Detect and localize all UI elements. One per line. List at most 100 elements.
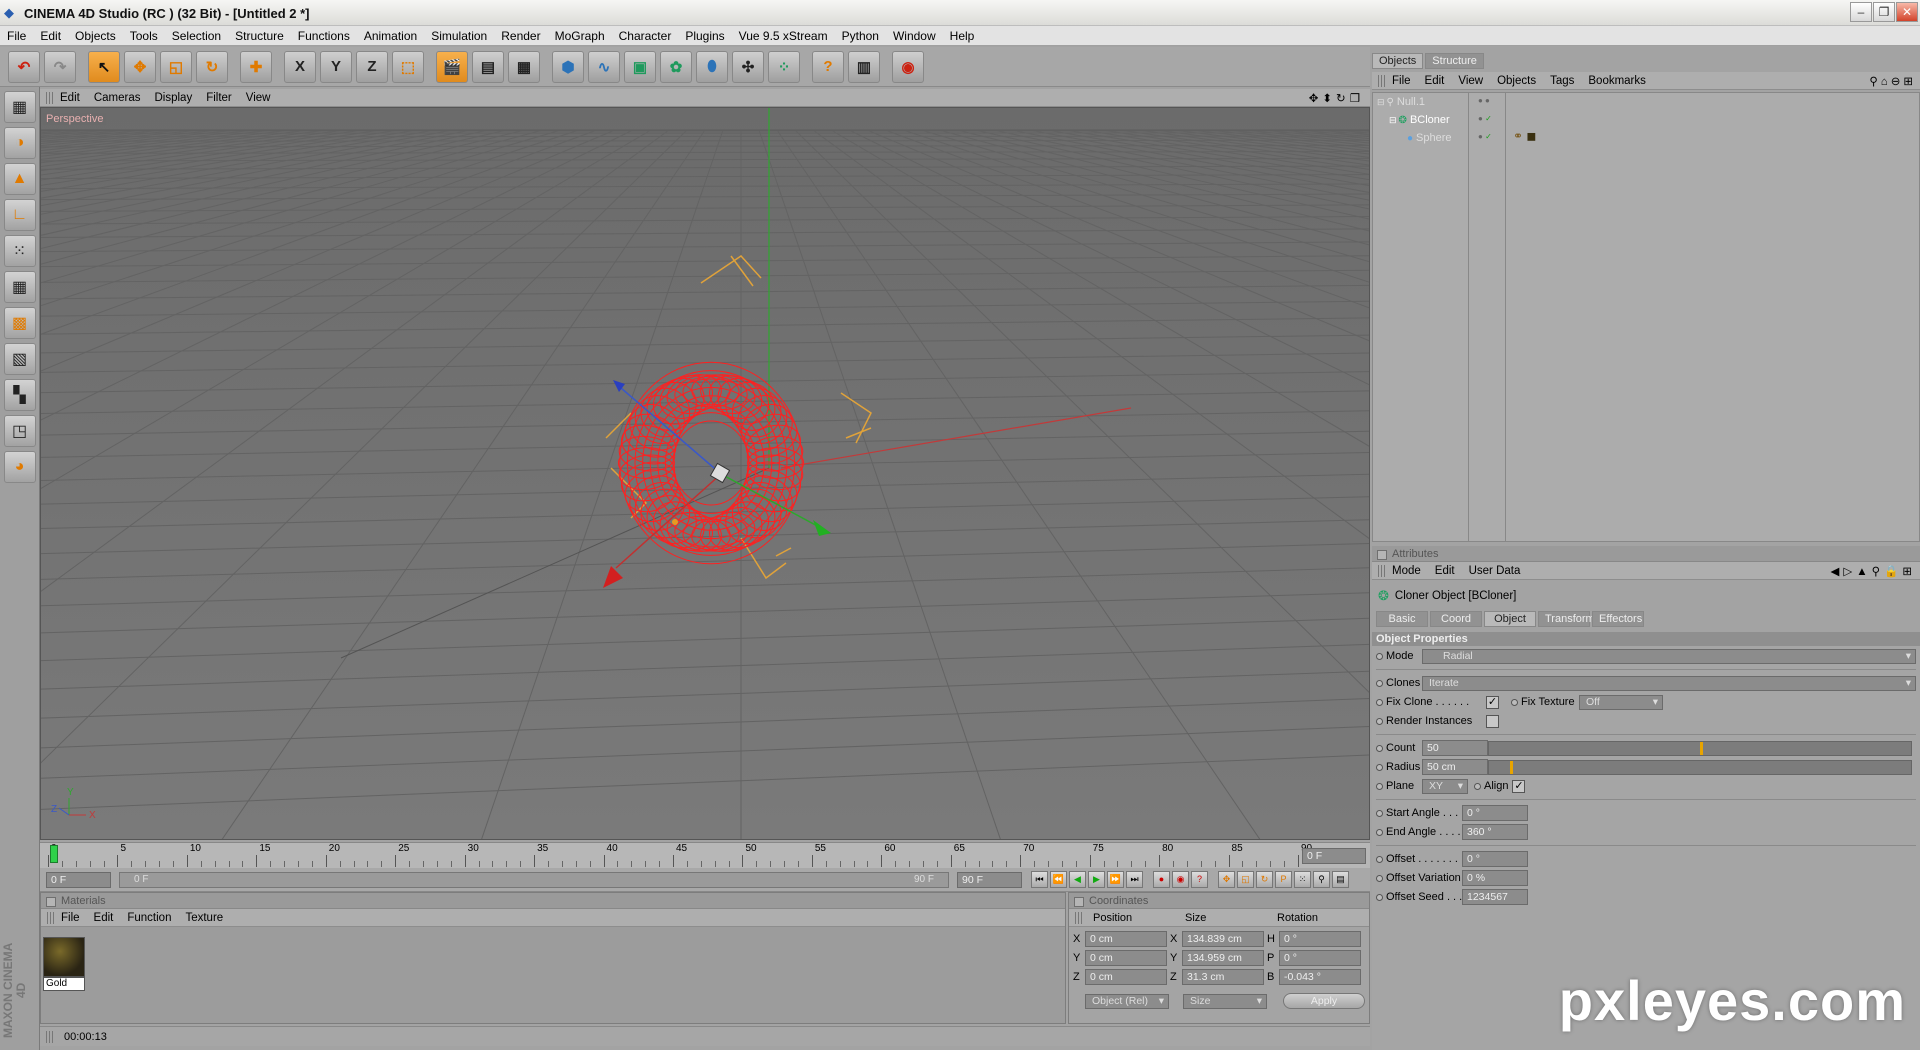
render-instances-checkbox[interactable] (1486, 714, 1499, 728)
pos-x-field[interactable]: 0 cm (1085, 930, 1167, 947)
visibility-check-icon[interactable]: ● ✓ (1470, 129, 1505, 147)
layout-icon[interactable]: ▥ (848, 50, 880, 83)
menu-simulation[interactable]: Simulation (431, 29, 487, 43)
object-null1[interactable]: ⊟ ⚲ Null.1 (1373, 93, 1468, 111)
redo-icon[interactable]: ↷ (44, 50, 76, 83)
object-sphere[interactable]: ● Sphere (1373, 129, 1468, 147)
move-icon[interactable]: ✥ (124, 50, 156, 83)
checker-tool-icon[interactable]: ▚ (3, 379, 36, 411)
pos-y-field[interactable]: 0 cm (1085, 949, 1167, 966)
menu-functions[interactable]: Functions (298, 29, 350, 43)
scale-icon[interactable]: ◱ (160, 50, 192, 83)
texture-tool-icon[interactable]: ▧ (3, 343, 36, 375)
visibility-check-icon[interactable]: ● ✓ (1470, 111, 1505, 129)
next-key-icon[interactable]: ⏩ (1107, 871, 1124, 888)
size-z-field[interactable]: 31.3 cm (1182, 968, 1264, 985)
obj-menu-bookmarks[interactable]: Bookmarks (1588, 75, 1646, 87)
align-checkbox[interactable]: ✓ (1512, 779, 1526, 793)
play-forward-icon[interactable]: ▶ (1088, 871, 1105, 888)
record-icon[interactable]: ● (1153, 871, 1170, 888)
close-button[interactable]: ✕ (1896, 2, 1918, 22)
x-axis-icon[interactable]: X (284, 50, 316, 83)
snap-tool-icon[interactable]: ◳ (3, 415, 36, 447)
timeline-playhead[interactable] (50, 845, 58, 863)
points-tool-icon[interactable]: ⁙ (3, 235, 36, 267)
vp-menu-edit[interactable]: Edit (60, 92, 80, 104)
play-backward-icon[interactable]: ◀ (1069, 871, 1086, 888)
autokey-icon[interactable]: ◉ (1172, 871, 1189, 888)
tab-object[interactable]: Object (1484, 611, 1536, 627)
render-view-icon[interactable]: 🎬 (436, 50, 468, 83)
rot-p-field[interactable]: 0 ° (1279, 949, 1361, 966)
gizmo-handle[interactable] (672, 519, 678, 525)
vp-menu-view[interactable]: View (246, 92, 271, 104)
offset-seed-field[interactable]: 1234567 (1462, 889, 1528, 905)
add-icon[interactable]: ✚ (240, 50, 272, 83)
key-point-icon[interactable]: ⁙ (1294, 871, 1311, 888)
pos-z-field[interactable]: 0 cm (1085, 968, 1167, 985)
menu-tools[interactable]: Tools (130, 29, 158, 43)
z-axis-icon[interactable]: Z (356, 50, 388, 83)
mat-menu-edit[interactable]: Edit (94, 912, 114, 924)
menu-file[interactable]: File (7, 29, 26, 43)
count-slider[interactable] (1488, 740, 1912, 756)
attributes-nav-icons[interactable]: ◀▷▲⚲🔒⊞ (1831, 564, 1916, 578)
range-scrubber[interactable]: 0 F 90 F (119, 871, 949, 888)
clones-dropdown[interactable]: Iterate (1422, 675, 1916, 691)
menu-render[interactable]: Render (501, 29, 540, 43)
polygons-tool-icon[interactable]: ▩ (3, 307, 36, 339)
menu-selection[interactable]: Selection (172, 29, 221, 43)
plane-dropdown[interactable]: XY (1422, 778, 1468, 794)
obj-menu-edit[interactable]: Edit (1425, 75, 1445, 87)
attr-menu-userdata[interactable]: User Data (1469, 565, 1521, 577)
fix-texture-dropdown[interactable]: Off (1579, 694, 1663, 710)
coord-size-dropdown[interactable]: Size (1183, 993, 1267, 1009)
goto-end-icon[interactable]: ⏭ (1126, 871, 1143, 888)
menu-help[interactable]: Help (950, 29, 975, 43)
cube-icon[interactable]: ⬢ (552, 50, 584, 83)
sculpt-tool-icon[interactable]: ◕ (3, 451, 36, 483)
help-icon[interactable]: ? (812, 50, 844, 83)
rot-b-field[interactable]: -0.043 ° (1279, 968, 1361, 985)
objects-search-icons[interactable]: ⚲⌂⊖⊞ (1869, 74, 1916, 88)
effector-icon[interactable]: ⁘ (768, 50, 800, 83)
vp-menu-cameras[interactable]: Cameras (94, 92, 141, 104)
menu-mograph[interactable]: MoGraph (555, 29, 605, 43)
menu-plugins[interactable]: Plugins (685, 29, 724, 43)
start-frame-field[interactable]: 0 F (46, 871, 111, 888)
menu-edit[interactable]: Edit (40, 29, 61, 43)
mode-dropdown[interactable]: Radial (1422, 648, 1916, 664)
maximize-button[interactable]: ❐ (1873, 2, 1895, 22)
count-field[interactable]: 50 (1422, 740, 1488, 756)
expand-icon[interactable]: ⊟ (1389, 115, 1397, 126)
select-icon[interactable]: ↖ (88, 50, 120, 83)
coordinate-icon[interactable]: ⬚ (392, 50, 424, 83)
scene-icon[interactable]: ✣ (732, 50, 764, 83)
end-frame-field[interactable]: 90 F (957, 871, 1022, 888)
key-pla-icon[interactable]: ⚲ (1313, 871, 1330, 888)
mat-menu-file[interactable]: File (61, 912, 80, 924)
expand-icon[interactable]: ⊟ (1377, 97, 1385, 108)
timeline[interactable]: 051015202530354045505560657075808590 0 F (40, 842, 1370, 868)
viewport-nav-icons[interactable]: ✥⬍↻❐ (1309, 91, 1364, 105)
key-scale-icon[interactable]: ◱ (1237, 871, 1254, 888)
undo-icon[interactable]: ↶ (8, 50, 40, 83)
radius-slider[interactable] (1488, 759, 1912, 775)
visibility-dots-icon[interactable]: ● ● (1470, 93, 1505, 111)
tab-objects[interactable]: Objects (1372, 53, 1424, 69)
start-angle-field[interactable]: 0 ° (1462, 805, 1528, 821)
viewport[interactable]: Y X Z (40, 107, 1370, 840)
count-slider-knob[interactable] (1700, 741, 1703, 755)
tab-effectors[interactable]: Effectors (1592, 611, 1644, 627)
offset-field[interactable]: 0 ° (1462, 851, 1528, 867)
render-settings-icon[interactable]: ▦ (508, 50, 540, 83)
obj-menu-tags[interactable]: Tags (1550, 75, 1574, 87)
obj-menu-file[interactable]: File (1392, 75, 1411, 87)
rotate-icon[interactable]: ↻ (196, 50, 228, 83)
layout-switch-icon[interactable]: ▦ (3, 91, 36, 123)
menu-window[interactable]: Window (893, 29, 936, 43)
key-position-icon[interactable]: ✥ (1218, 871, 1235, 888)
obj-menu-objects[interactable]: Objects (1497, 75, 1536, 87)
size-y-field[interactable]: 134.959 cm (1182, 949, 1264, 966)
tab-structure[interactable]: Structure (1425, 53, 1484, 69)
